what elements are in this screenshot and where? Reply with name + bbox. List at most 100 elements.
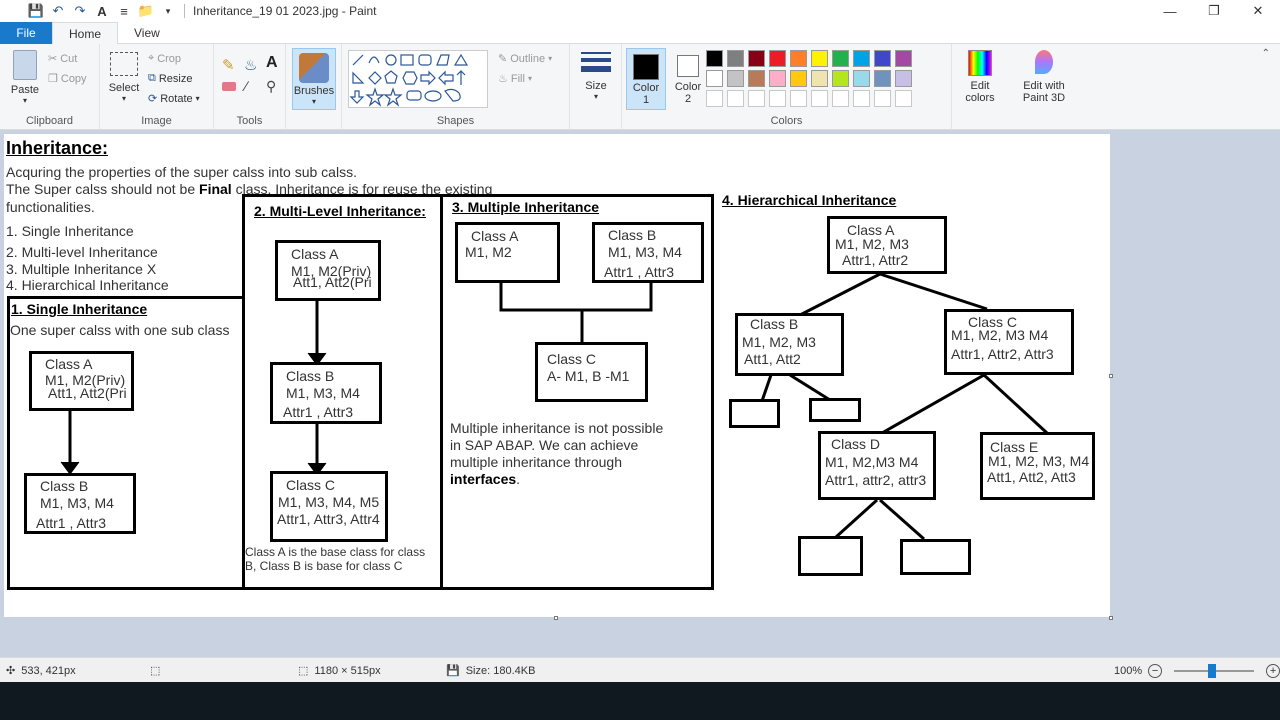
drawing-canvas[interactable]: Inheritance: Acquring the properties of …	[4, 134, 1110, 617]
magnifier-icon[interactable]: ⚲	[266, 78, 276, 95]
resize-icon: ⧉	[148, 72, 156, 84]
file-size-text: Size: 180.4KB	[465, 664, 536, 677]
color-swatch[interactable]	[895, 90, 912, 107]
color-swatch[interactable]	[706, 70, 723, 87]
color-swatch[interactable]	[769, 90, 786, 107]
crop-button[interactable]: ⌖ Crop	[148, 52, 181, 65]
brushes-button[interactable]: Brushes ▾	[292, 48, 336, 110]
paste-button[interactable]: Paste ▾	[6, 50, 44, 105]
resize-handle-bottom[interactable]	[554, 616, 558, 620]
zoom-slider[interactable]	[1174, 664, 1255, 678]
color-swatch[interactable]	[874, 90, 891, 107]
rotate-button[interactable]: ⟳ Rotate ▾	[148, 92, 200, 106]
text-tool-icon[interactable]: A	[94, 3, 110, 19]
class-attributes: Attr1, Attr3, Attr4	[277, 511, 380, 527]
class-methods: M1, M3, M4	[40, 495, 114, 511]
color-swatch[interactable]	[895, 50, 912, 67]
color-swatch[interactable]	[853, 50, 870, 67]
colors-label: Colors	[770, 115, 803, 127]
color-swatch[interactable]	[853, 70, 870, 87]
color-swatch[interactable]	[874, 70, 891, 87]
align-icon[interactable]: ≡	[116, 3, 132, 19]
color-swatch[interactable]	[832, 90, 849, 107]
color-swatch[interactable]	[811, 70, 828, 87]
collapse-ribbon-icon[interactable]: ⌃	[1262, 48, 1270, 59]
resize-handle-right[interactable]	[1109, 374, 1113, 378]
text-icon[interactable]: A	[266, 54, 278, 72]
color-swatch[interactable]	[832, 70, 849, 87]
tab-view[interactable]: View	[118, 22, 176, 44]
color-swatch[interactable]	[811, 50, 828, 67]
copy-button[interactable]: ❐ Copy	[48, 72, 87, 86]
zoom-level: 100%	[1114, 665, 1143, 677]
disk-icon: 💾	[446, 665, 460, 677]
fill-bucket-icon[interactable]: ♨	[244, 56, 257, 74]
color-swatch[interactable]	[727, 50, 744, 67]
color-swatch[interactable]	[706, 50, 723, 67]
fill-button[interactable]: ♨ Fill ▾	[498, 72, 532, 86]
select-label: Select	[108, 82, 140, 94]
select-button[interactable]: Select ▾	[106, 52, 142, 103]
minimize-button[interactable]: —	[1148, 0, 1192, 22]
multiple-note-line-1: Multiple inheritance is not possible	[450, 420, 664, 436]
color-swatch[interactable]	[727, 70, 744, 87]
zoom-out-icon[interactable]: −	[1148, 664, 1163, 678]
color-swatch[interactable]	[748, 90, 765, 107]
copy-label: Copy	[60, 72, 87, 85]
multilevel-inheritance-title: 2. Multi-Level Inheritance:	[254, 203, 426, 219]
outline-button[interactable]: ✎ Outline ▾	[498, 52, 552, 66]
color-swatch[interactable]	[727, 90, 744, 107]
zoom-slider-thumb[interactable]	[1208, 664, 1217, 678]
tab-home[interactable]: Home	[52, 22, 119, 45]
brushes-group: Brushes ▾	[286, 44, 342, 130]
edit-paint3d-button[interactable]: Edit with Paint 3D	[1012, 50, 1076, 104]
tools-group: ✎ ♨ A ∕ ⚲ Tools	[214, 44, 286, 130]
zoom-controls: 100% − +	[1114, 664, 1280, 678]
tab-file[interactable]: File	[0, 22, 52, 44]
zoom-in-icon[interactable]: +	[1266, 664, 1280, 678]
color-swatch[interactable]	[853, 90, 870, 107]
cut-button[interactable]: ✂ Cut	[48, 52, 77, 66]
color-swatch[interactable]	[769, 50, 786, 67]
color-picker-icon[interactable]: ∕	[245, 78, 247, 94]
eraser-icon[interactable]	[222, 82, 236, 91]
image-label: Image	[141, 115, 172, 127]
color-swatch[interactable]	[895, 70, 912, 87]
pencil-icon[interactable]: ✎	[222, 56, 235, 74]
color-swatch[interactable]	[748, 50, 765, 67]
color-swatch[interactable]	[769, 70, 786, 87]
shapes-gallery[interactable]	[348, 50, 488, 108]
maximize-button[interactable]: ❐	[1192, 0, 1236, 22]
canvas-workspace[interactable]: Inheritance: Acquring the properties of …	[0, 130, 1280, 657]
save-icon[interactable]: 💾	[28, 3, 44, 19]
color-swatch[interactable]	[748, 70, 765, 87]
window-title: Inheritance_19 01 2023.jpg - Paint	[193, 4, 377, 18]
color-swatch[interactable]	[832, 50, 849, 67]
multilevel-note-line-2: B, Class B is base for class C	[245, 559, 403, 573]
close-button[interactable]: ✕	[1236, 0, 1280, 22]
edit-colors-button[interactable]: Edit colors	[958, 50, 1002, 104]
class-methods: M1, M3, M4, M5	[278, 494, 380, 510]
folder-icon[interactable]: 📁	[138, 3, 154, 19]
outline-label: Outline	[510, 52, 546, 65]
color1-button[interactable]: Color 1	[626, 48, 666, 110]
resize-handle-corner[interactable]	[1109, 616, 1113, 620]
color-swatch[interactable]	[790, 50, 807, 67]
rotate-icon: ⟳	[148, 93, 158, 105]
redo-icon[interactable]: ↷	[72, 3, 88, 19]
color-swatch[interactable]	[874, 50, 891, 67]
color-swatch[interactable]	[790, 90, 807, 107]
color2-swatch	[677, 55, 699, 77]
color-swatch[interactable]	[706, 90, 723, 107]
resize-button[interactable]: ⧉ Resize	[148, 72, 192, 85]
colors-group: Color 1 Color 2 Colors	[622, 44, 952, 130]
paste-label: Paste	[10, 84, 40, 96]
color-swatch[interactable]	[790, 70, 807, 87]
customize-dropdown-icon[interactable]: ▾	[160, 3, 176, 19]
size-button[interactable]: Size ▾	[576, 52, 616, 101]
cursor-icon: ✣	[6, 665, 16, 677]
undo-icon[interactable]: ↶	[50, 3, 66, 19]
color-swatch[interactable]	[811, 90, 828, 107]
class-label: Class C	[547, 351, 597, 367]
color2-button[interactable]: Color 2	[670, 48, 706, 110]
